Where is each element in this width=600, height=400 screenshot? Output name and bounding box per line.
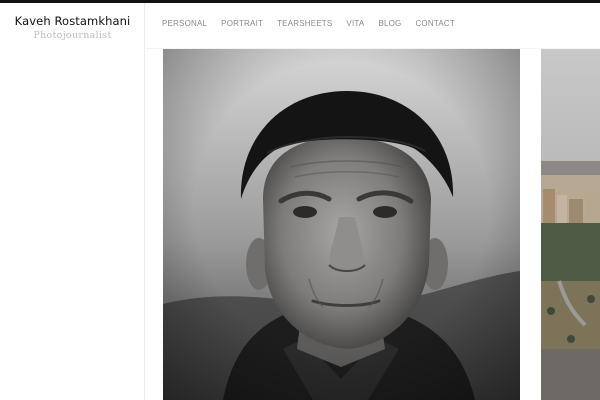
nav-item-blog[interactable]: BLOG [378,19,401,33]
site-tagline: Photojournalist [33,30,112,41]
portrait-photo-graphic [163,49,520,400]
gallery-image-portrait[interactable] [163,49,520,400]
nav-item-personal[interactable]: PERSONAL [162,19,207,33]
main-navigation: PERSONAL PORTRAIT TEARSHEETS VITA BLOG C… [162,19,469,33]
gallery-image-cityscape[interactable] [541,49,600,400]
nav-item-tearsheets[interactable]: TEARSHEETS [277,19,332,33]
nav-item-contact[interactable]: CONTACT [415,19,454,33]
site-title-link[interactable]: Kaveh Rostamkhani [0,14,145,28]
cityscape-photo-graphic [541,49,600,400]
nav-item-vita[interactable]: VITA [346,19,364,33]
site-branding: Kaveh Rostamkhani Photojournalist [0,3,145,400]
nav-item-portrait[interactable]: PORTRAIT [221,19,263,33]
